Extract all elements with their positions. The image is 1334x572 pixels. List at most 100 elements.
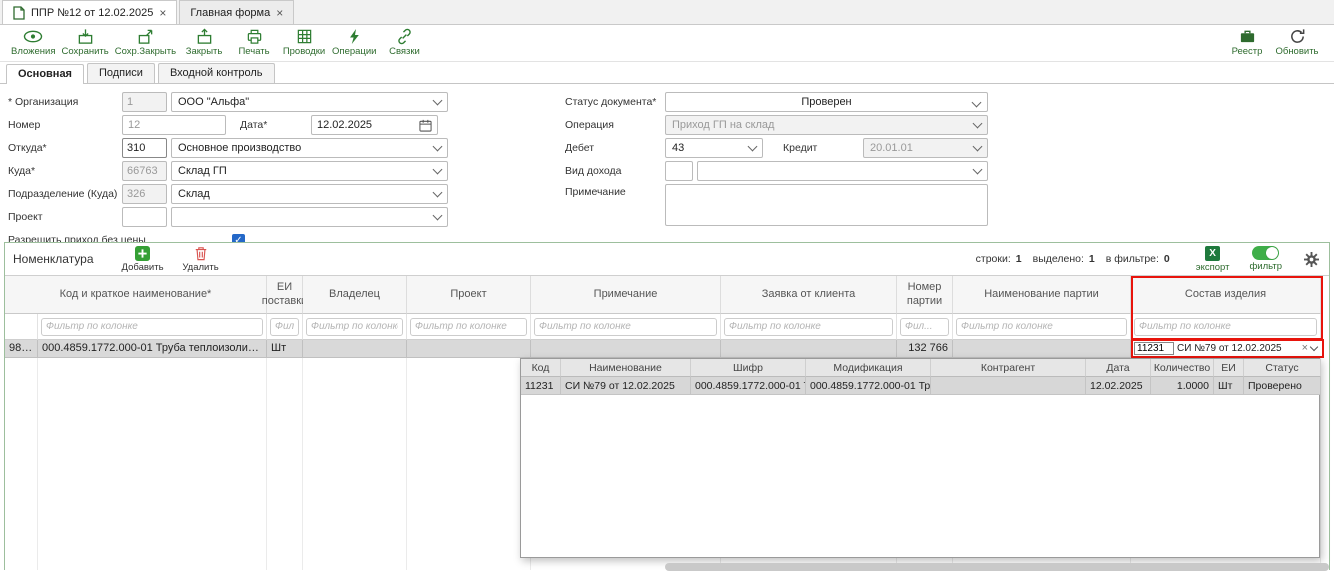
cell-name[interactable]: 000.4859.1772.000-01 Труба теплоизолиров… [38,340,267,358]
toggle-on-icon[interactable] [1252,246,1279,260]
debit-select[interactable]: 43 [665,138,763,158]
from-select[interactable]: Основное производство [171,138,448,158]
popup-column-header[interactable]: Статус [1244,359,1321,377]
tab-main[interactable]: Основная [6,64,84,84]
popup-column-header[interactable]: Код [521,359,561,377]
save-close-button[interactable]: Сохр.Закрыть [112,27,179,58]
filter-input-owner[interactable] [306,318,403,336]
composition-combo[interactable]: СИ №79 от 12.02.2025 × [1131,339,1324,358]
status-select[interactable]: Проверен [665,92,988,112]
popup-column-header[interactable]: Контрагент [931,359,1086,377]
popup-cell-name[interactable]: СИ №79 от 12.02.2025 [561,377,691,395]
income-type-select[interactable] [697,161,988,181]
close-tab-icon[interactable]: × [276,7,283,19]
project-code-field[interactable] [122,207,167,227]
filter-input-batch-name[interactable] [956,318,1127,336]
chevron-down-icon [972,98,982,108]
filter-input-unit[interactable] [270,318,299,336]
table-row[interactable]: 98344 000.4859.1772.000-01 Труба теплоиз… [5,340,1329,358]
composition-code-input[interactable] [1134,342,1174,355]
export-excel-button[interactable]: X экспорт [1196,246,1230,273]
number-field[interactable]: 12 [122,115,226,135]
close-tab-icon[interactable]: × [159,7,166,19]
horizontal-scrollbar-thumb[interactable] [665,563,1329,571]
cell-owner[interactable] [303,340,407,358]
filter-input-batch-number[interactable] [900,318,949,336]
cell-client-order[interactable] [721,340,897,358]
column-header[interactable]: Заявка от клиента [721,276,897,314]
window-tab-document[interactable]: ППР №12 от 12.02.2025 × [2,0,177,24]
column-header[interactable]: Проект [407,276,531,314]
department-code-field[interactable]: 326 [122,184,167,204]
save-button[interactable]: Сохранить [59,27,112,58]
close-button[interactable]: Закрыть [179,27,229,58]
popup-column-header[interactable]: Шифр [691,359,806,377]
popup-cell-contractor[interactable] [931,377,1086,395]
print-button[interactable]: Печать [229,27,279,58]
cell-unit[interactable]: Шт [267,340,303,358]
popup-cell-quantity[interactable]: 1.0000 [1151,377,1214,395]
from-value: Основное производство [178,142,301,154]
attachments-button[interactable]: Вложения [8,27,59,58]
cell-batch-number[interactable]: 132 766 [897,340,953,358]
filter-input-project[interactable] [410,318,527,336]
tab-input-control[interactable]: Входной контроль [158,63,275,83]
cell-project[interactable] [407,340,531,358]
cell-code[interactable]: 98344 [5,340,38,358]
note-field[interactable] [665,184,988,226]
credit-select[interactable]: 20.01.01 [863,138,988,158]
popup-cell-date[interactable]: 12.02.2025 [1086,377,1151,395]
popup-row[interactable]: 11231 СИ №79 от 12.02.2025 000.4859.1772… [521,377,1319,395]
filter-input-composition[interactable] [1134,318,1317,336]
window-tab-main-form[interactable]: Главная форма × [179,0,294,24]
popup-header-row: Код Наименование Шифр Модификация Контра… [521,359,1319,377]
calendar-icon[interactable] [419,119,432,132]
cell-batch-name[interactable] [953,340,1131,358]
popup-column-header[interactable]: Наименование [561,359,691,377]
column-header[interactable]: Состав изделия [1131,276,1321,314]
operations-button[interactable]: Операции [329,27,379,58]
popup-cell-cipher[interactable]: 000.4859.1772.000-01 Тр... [691,377,806,395]
popup-cell-code[interactable]: 11231 [521,377,561,395]
filter-input-client-order[interactable] [724,318,893,336]
chevron-down-icon[interactable] [1310,343,1318,351]
organization-select[interactable]: ООО "Альфа" [171,92,448,112]
from-code-field[interactable]: 310 [122,138,167,158]
popup-column-header[interactable]: Модификация [806,359,931,377]
to-select[interactable]: Склад ГП [171,161,448,181]
organization-label: * Организация [8,96,122,108]
delete-row-button[interactable]: Удалить [178,246,224,273]
project-select[interactable] [171,207,448,227]
organization-code-field[interactable]: 1 [122,92,167,112]
postings-button[interactable]: Проводки [279,27,329,58]
filter-input-name[interactable] [41,318,263,336]
cell-note[interactable] [531,340,721,358]
column-header[interactable]: Номер партии [897,276,953,314]
registry-button[interactable]: Реестр [1222,27,1272,58]
popup-column-header[interactable]: Дата [1086,359,1151,377]
to-code-field[interactable]: 66763 [122,161,167,181]
tab-signatures[interactable]: Подписи [87,63,155,83]
filter-input-note[interactable] [534,318,717,336]
column-header[interactable]: ЕИ поставки [267,276,303,314]
popup-column-header[interactable]: Количество [1151,359,1214,377]
popup-cell-unit[interactable]: Шт [1214,377,1244,395]
column-header[interactable]: Владелец [303,276,407,314]
column-header[interactable]: Наименование партии [953,276,1131,314]
popup-column-header[interactable]: ЕИ [1214,359,1244,377]
refresh-button[interactable]: Обновить [1272,27,1322,58]
add-row-button[interactable]: Добавить [120,246,166,273]
operation-select[interactable]: Приход ГП на склад [665,115,988,135]
links-button[interactable]: Связки [379,27,429,58]
popup-cell-modification[interactable]: 000.4859.1772.000-01 Труба те... [806,377,931,395]
column-header[interactable]: Код и краткое наименование* [5,276,267,314]
date-field[interactable]: 12.02.2025 [311,115,438,135]
column-header[interactable]: Примечание [531,276,721,314]
department-select[interactable]: Склад [171,184,448,204]
cell-composition[interactable]: СИ №79 от 12.02.2025 × [1131,340,1321,358]
popup-cell-status[interactable]: Проверено [1244,377,1321,395]
filter-toggle[interactable]: фильтр [1249,246,1282,272]
settings-gear-icon[interactable] [1304,252,1319,267]
income-type-code-field[interactable] [665,161,693,181]
clear-icon[interactable]: × [1299,343,1311,354]
